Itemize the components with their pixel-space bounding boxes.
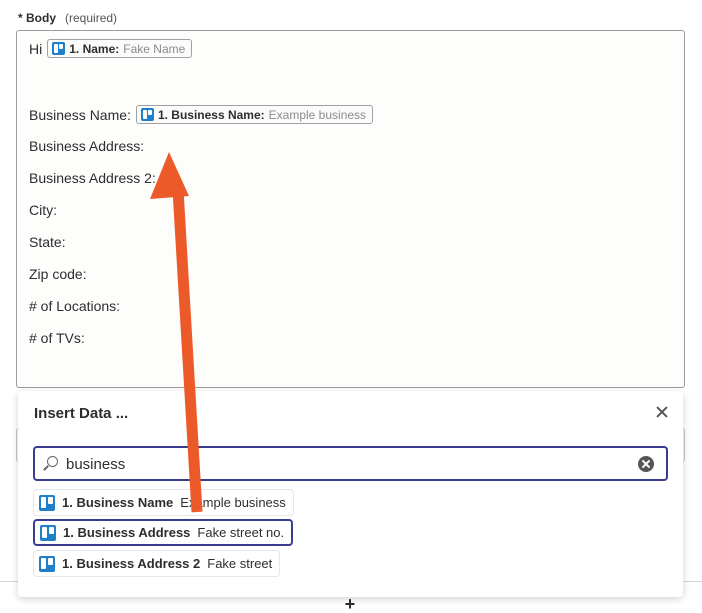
arrow-shaft [172,189,203,513]
annotation-arrow [150,152,203,513]
arrow-head [150,152,189,199]
